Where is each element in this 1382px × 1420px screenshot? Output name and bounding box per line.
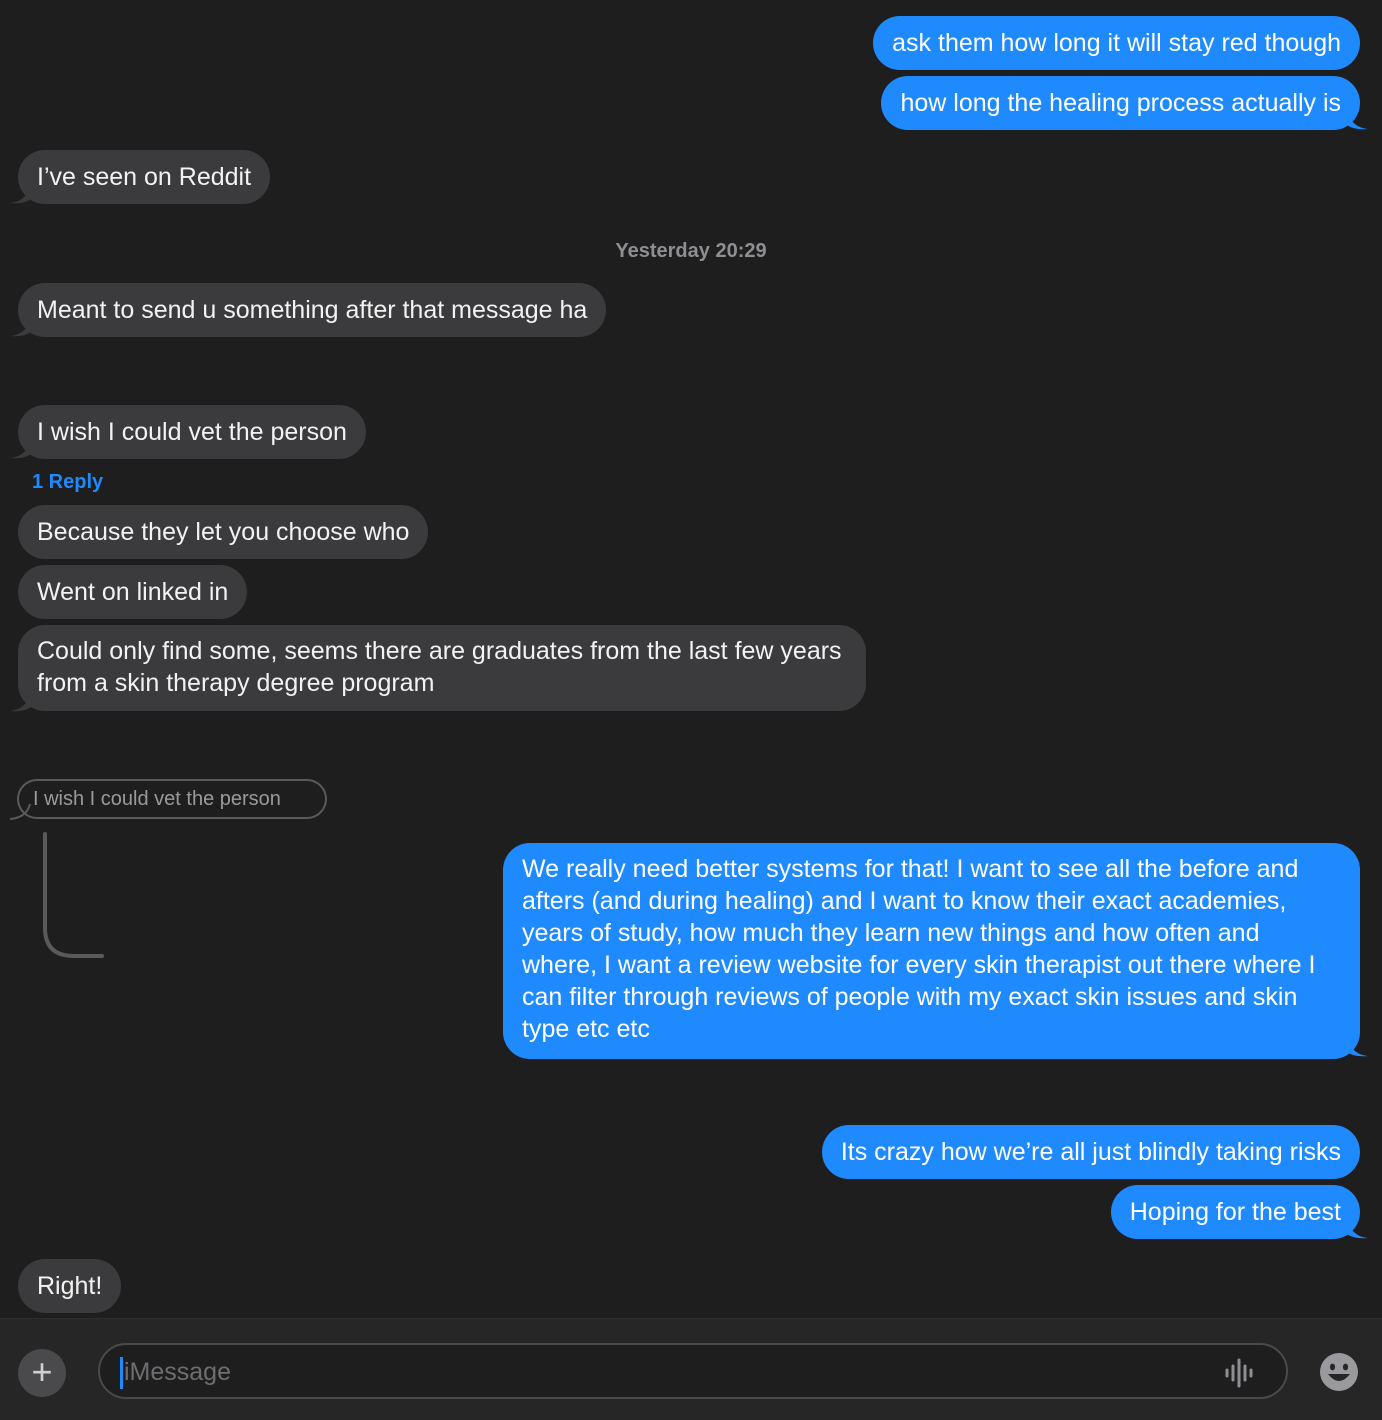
message-bubble-incoming[interactable]: I wish I could vet the person [18,405,366,459]
message-bubble-incoming[interactable]: Meant to send u something after that mes… [18,283,607,337]
message-input[interactable]: iMessage [98,1343,1288,1399]
bubble-tail-outgoing [1346,1033,1368,1057]
composer-bar: + iMessage [0,1318,1382,1420]
message-bubble-outgoing[interactable]: We really need better systems for that! … [503,843,1360,1059]
thread-connector-line [43,832,104,958]
message-bubble-incoming[interactable]: Went on linked in [18,565,248,619]
message-bubble-incoming[interactable]: I’ve seen on Reddit [18,150,271,204]
message-input-placeholder: iMessage [124,1358,231,1386]
bubble-tail-incoming [10,313,32,337]
text-cursor [120,1357,123,1389]
thread-replies-link[interactable]: 1 Reply [32,471,103,494]
timestamp-divider: Yesterday 20:29 [615,240,767,262]
message-bubble-incoming[interactable]: Because they let you choose who [18,505,429,559]
messages-window: ask them how long it will stay red thoug… [0,0,1382,1420]
bubble-tail-incoming [10,180,32,204]
plus-icon: + [31,1351,53,1392]
message-bubble-outgoing[interactable]: Hoping for the best [1110,1185,1360,1239]
waveform-icon[interactable] [1222,1357,1258,1389]
message-bubble-outgoing[interactable]: Its crazy how we’re all just blindly tak… [821,1125,1360,1179]
quote-tail [9,803,31,820]
message-bubble-incoming[interactable]: Could only find some, seems there are gr… [18,625,866,711]
bubble-tail-outgoing [1346,1215,1368,1239]
bubble-tail-incoming [10,435,32,459]
add-attachment-button[interactable]: + [18,1349,66,1397]
message-bubble-outgoing[interactable]: how long the healing process actually is [881,76,1360,130]
conversation-transcript[interactable]: ask them how long it will stay red thoug… [0,0,1382,1318]
emoji-icon[interactable] [1318,1351,1360,1393]
quoted-reply-bubble[interactable]: I wish I could vet the person [17,779,327,819]
message-bubble-incoming[interactable]: Right! [18,1259,122,1313]
bubble-tail-outgoing [1346,106,1368,130]
message-bubble-outgoing[interactable]: ask them how long it will stay red thoug… [873,16,1360,70]
bubble-tail-incoming [10,688,32,712]
